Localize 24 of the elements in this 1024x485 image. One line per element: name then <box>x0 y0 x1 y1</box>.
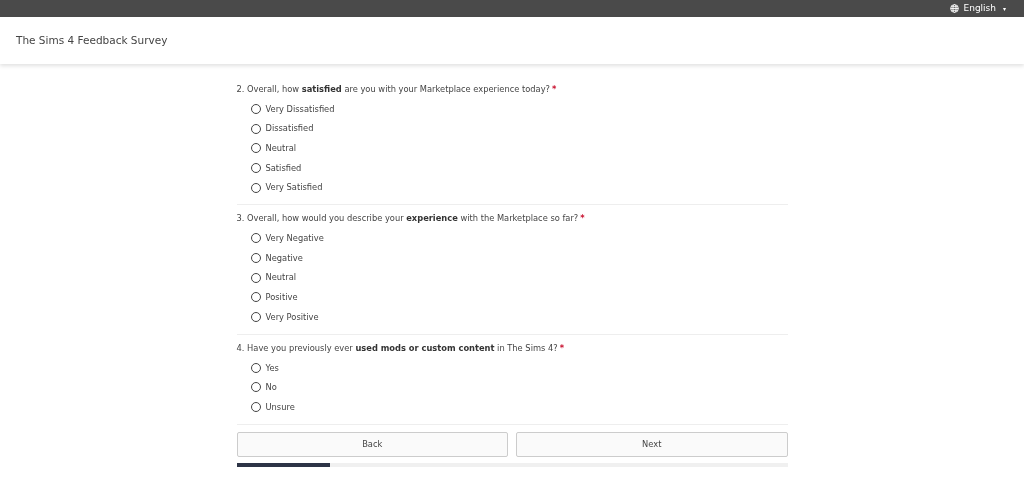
globe-icon <box>950 4 960 13</box>
option-label[interactable]: Very Satisfied <box>265 181 323 194</box>
option-label[interactable]: Positive <box>265 291 298 304</box>
question-text: 2. Overall, how satisfied are you with your Marketplace experience today? <box>236 84 550 94</box>
option-label[interactable]: No <box>265 381 277 394</box>
survey-title: The Sims 4 Feedback Survey <box>16 32 168 48</box>
back-button[interactable]: Back <box>236 431 508 457</box>
next-button[interactable]: Next <box>516 431 788 457</box>
option-label[interactable]: Yes <box>265 361 279 374</box>
option-label[interactable]: Very Dissatisfied <box>265 102 335 116</box>
question-text: 4. Have you previously ever used mods or custom content in The Sims 4? <box>236 342 558 353</box>
required-mark: * <box>559 342 564 353</box>
option-label[interactable]: Very Positive <box>265 310 319 324</box>
option-label[interactable]: Neutral <box>265 271 297 284</box>
option-label[interactable]: Unsure <box>265 400 295 414</box>
option-label[interactable]: Satisfied <box>265 161 302 175</box>
option-label[interactable]: Negative <box>265 251 303 265</box>
required-mark: * <box>552 84 557 94</box>
option-label[interactable]: Very Negative <box>265 232 324 245</box>
option-label[interactable]: Dissatisfied <box>265 122 314 135</box>
option-label[interactable]: Neutral <box>265 142 297 155</box>
language-selector[interactable]: English <box>963 1 996 16</box>
question-text: 3. Overall, how would you describe your experience with the Marketplace so far? <box>236 213 579 224</box>
required-mark: * <box>580 213 585 224</box>
